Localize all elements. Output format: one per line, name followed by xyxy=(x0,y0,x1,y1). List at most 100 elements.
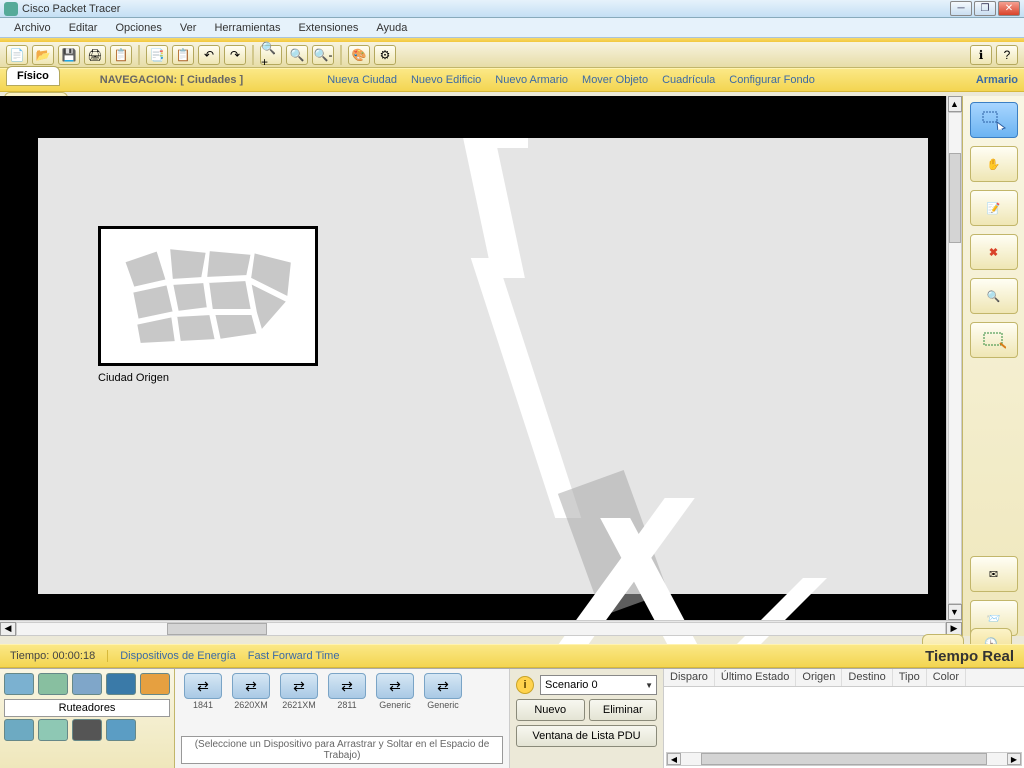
col-destino[interactable]: Destino xyxy=(842,669,892,686)
nav-breadcrumb: NAVEGACION: [ Ciudades ] xyxy=(100,74,243,86)
delete-scenario-button[interactable]: Eliminar xyxy=(589,699,658,721)
scroll-down-icon[interactable]: ▼ xyxy=(948,604,962,620)
nav-cuadricula[interactable]: Cuadrícula xyxy=(662,74,715,86)
scroll-track[interactable] xyxy=(948,112,962,604)
device-1841[interactable]: ⇄1841 xyxy=(181,673,225,710)
nav-nuevo-armario[interactable]: Nuevo Armario xyxy=(495,74,568,86)
scroll-thumb[interactable] xyxy=(701,753,987,765)
device-generic-2[interactable]: ⇄Generic xyxy=(421,673,465,710)
col-disparo[interactable]: Disparo xyxy=(664,669,715,686)
scroll-left-icon[interactable]: ◀ xyxy=(0,622,16,636)
city-ciudad-origen[interactable] xyxy=(98,226,318,366)
horizontal-scrollbar[interactable]: ◀ ▶ xyxy=(0,620,962,636)
minimize-button[interactable]: ─ xyxy=(950,1,972,16)
scroll-up-icon[interactable]: ▲ xyxy=(948,96,962,112)
close-button[interactable]: ✕ xyxy=(998,1,1020,16)
col-color[interactable]: Color xyxy=(927,669,966,686)
nav-configurar-fondo[interactable]: Configurar Fondo xyxy=(729,74,815,86)
menu-extensiones[interactable]: Extensiones xyxy=(290,20,366,36)
nav-nueva-ciudad[interactable]: Nueva Ciudad xyxy=(327,74,397,86)
menu-herramientas[interactable]: Herramientas xyxy=(206,20,288,36)
print-icon[interactable]: 🖨 xyxy=(84,45,106,65)
sim-time: Tiempo: 00:00:18 xyxy=(10,650,108,662)
window-title: Cisco Packet Tracer xyxy=(22,3,120,15)
maximize-button[interactable]: ❐ xyxy=(974,1,996,16)
scroll-left-icon[interactable]: ◀ xyxy=(667,753,681,765)
table-body[interactable]: ◀ ▶ xyxy=(664,687,1024,768)
resize-tool[interactable] xyxy=(970,322,1018,358)
col-ultimo-estado[interactable]: Último Estado xyxy=(715,669,796,686)
nav-nuevo-edificio[interactable]: Nuevo Edificio xyxy=(411,74,481,86)
help-icon[interactable]: ? xyxy=(996,45,1018,65)
wizard-icon[interactable]: 📋 xyxy=(110,45,132,65)
router-icon: ⇄ xyxy=(184,673,222,699)
cat-routers-icon[interactable] xyxy=(4,673,34,695)
paste-icon[interactable]: 📋 xyxy=(172,45,194,65)
physical-tab[interactable]: Físico xyxy=(6,66,60,86)
undo-icon[interactable]: ↶ xyxy=(198,45,220,65)
redo-icon[interactable]: ↷ xyxy=(224,45,246,65)
fast-forward-link[interactable]: Fast Forward Time xyxy=(248,650,340,662)
cat-end-devices-icon[interactable] xyxy=(4,719,34,741)
canvas[interactable]: Ciudad Origen xyxy=(38,138,928,594)
table-scrollbar[interactable]: ◀ ▶ xyxy=(666,752,1022,766)
scroll-right-icon[interactable]: ▶ xyxy=(1007,753,1021,765)
save-icon[interactable]: 💾 xyxy=(58,45,80,65)
workspace[interactable]: Ciudad Origen ◀ ▶ xyxy=(0,96,962,636)
scenario-select[interactable]: Scenario 0 xyxy=(540,675,657,695)
pdu-table: Disparo Último Estado Origen Destino Tip… xyxy=(664,669,1024,768)
scroll-track[interactable] xyxy=(16,622,946,636)
zoom-out-icon[interactable]: 🔍- xyxy=(312,45,334,65)
scroll-thumb[interactable] xyxy=(167,623,267,635)
zoom-reset-icon[interactable]: 🔍 xyxy=(286,45,308,65)
nav-mover-objeto[interactable]: Mover Objeto xyxy=(582,74,648,86)
new-scenario-button[interactable]: Nuevo xyxy=(516,699,585,721)
zoom-in-icon[interactable]: 🔍+ xyxy=(260,45,282,65)
palette-icon[interactable]: 🎨 xyxy=(348,45,370,65)
devices-icon[interactable]: ⚙ xyxy=(374,45,396,65)
app-icon xyxy=(4,2,18,16)
copy-icon[interactable]: 📑 xyxy=(146,45,168,65)
cat-connections-icon[interactable] xyxy=(140,673,170,695)
cat-custom-icon[interactable] xyxy=(72,719,102,741)
cat-switches-icon[interactable] xyxy=(38,673,68,695)
router-icon: ⇄ xyxy=(424,673,462,699)
nav-armario[interactable]: Armario xyxy=(976,74,1018,86)
cat-wan-icon[interactable] xyxy=(38,719,68,741)
device-generic-1[interactable]: ⇄Generic xyxy=(373,673,417,710)
inspect-tool[interactable]: 🔍 xyxy=(970,278,1018,314)
menu-opciones[interactable]: Opciones xyxy=(107,20,169,36)
navigation-bar: Físico NAVEGACION: [ Ciudades ] Nueva Ci… xyxy=(0,68,1024,92)
main-toolbar: 📄 📂 💾 🖨 📋 📑 📋 ↶ ↷ 🔍+ 🔍 🔍- 🎨 ⚙ ℹ ? xyxy=(0,42,1024,68)
tools-panel: ✋ 📝 ✖ 🔍 ✉ 📨 xyxy=(962,96,1024,636)
open-envelope-icon: 📨 xyxy=(987,612,1001,625)
cat-hubs-icon[interactable] xyxy=(72,673,102,695)
col-origen[interactable]: Origen xyxy=(796,669,842,686)
info-icon[interactable]: i xyxy=(516,676,534,694)
simple-pdu-tool[interactable]: ✉ xyxy=(970,556,1018,592)
note-tool[interactable]: 📝 xyxy=(970,190,1018,226)
city-map-icon xyxy=(113,241,303,351)
menu-ayuda[interactable]: Ayuda xyxy=(368,20,415,36)
col-tipo[interactable]: Tipo xyxy=(893,669,927,686)
vertical-scrollbar[interactable]: ▲ ▼ xyxy=(946,96,962,620)
power-devices-link[interactable]: Dispositivos de Energía xyxy=(120,650,236,662)
router-icon: ⇄ xyxy=(232,673,270,699)
pdu-list-button[interactable]: Ventana de Lista PDU xyxy=(516,725,657,747)
delete-tool[interactable]: ✖ xyxy=(970,234,1018,270)
device-2811[interactable]: ⇄2811 xyxy=(325,673,369,710)
device-2621xm[interactable]: ⇄2621XM xyxy=(277,673,321,710)
device-2620xm[interactable]: ⇄2620XM xyxy=(229,673,273,710)
cat-multiuser-icon[interactable] xyxy=(106,719,136,741)
info-icon[interactable]: ℹ xyxy=(970,45,992,65)
select-tool[interactable] xyxy=(970,102,1018,138)
scroll-thumb[interactable] xyxy=(949,153,961,243)
city-label: Ciudad Origen xyxy=(98,372,169,384)
open-file-icon[interactable]: 📂 xyxy=(32,45,54,65)
new-file-icon[interactable]: 📄 xyxy=(6,45,28,65)
menu-archivo[interactable]: Archivo xyxy=(6,20,59,36)
menu-editar[interactable]: Editar xyxy=(61,20,106,36)
move-tool[interactable]: ✋ xyxy=(970,146,1018,182)
menu-ver[interactable]: Ver xyxy=(172,20,205,36)
cat-wireless-icon[interactable] xyxy=(106,673,136,695)
